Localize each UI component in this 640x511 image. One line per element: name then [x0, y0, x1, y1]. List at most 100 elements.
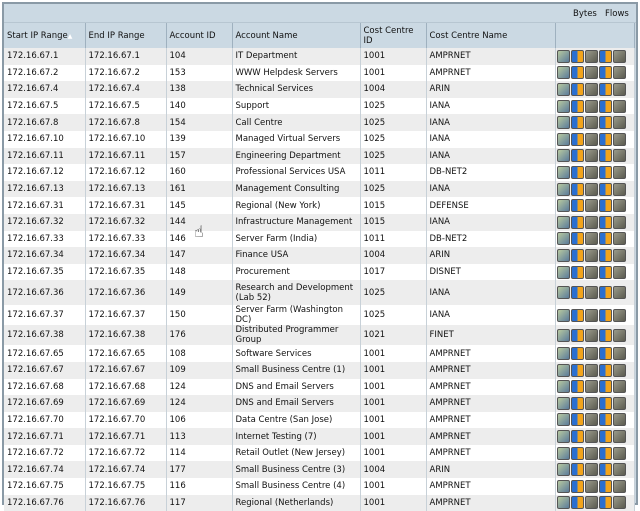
details-icon[interactable] [556, 149, 570, 163]
bytes-chart-icon[interactable] [570, 149, 584, 163]
table-row[interactable]: 172.16.67.34 172.16.67.34 147 Finance USA 10… [4, 247, 635, 264]
bytes-chart-icon[interactable] [570, 413, 584, 427]
flows-chart-icon[interactable] [598, 446, 612, 460]
bytes-chart-icon[interactable] [570, 49, 584, 63]
bytes-report-icon[interactable] [584, 99, 598, 113]
flows-chart-icon[interactable] [598, 308, 612, 322]
flows-report-icon[interactable] [612, 248, 626, 262]
details-icon[interactable] [556, 413, 570, 427]
bytes-chart-icon[interactable] [570, 199, 584, 213]
details-icon[interactable] [556, 66, 570, 80]
column-header-start-ip[interactable]: Start IP Range▲ [4, 23, 86, 48]
flows-report-icon[interactable] [612, 496, 626, 510]
flows-chart-icon[interactable] [598, 116, 612, 130]
bytes-report-icon[interactable] [584, 286, 598, 300]
flows-chart-icon[interactable] [598, 49, 612, 63]
flows-chart-icon[interactable] [598, 215, 612, 229]
flows-report-icon[interactable] [612, 49, 626, 63]
flows-report-icon[interactable] [612, 66, 626, 80]
details-icon[interactable] [556, 496, 570, 510]
table-row[interactable]: 172.16.67.13 172.16.67.13 161 Management Co… [4, 180, 635, 198]
table-row[interactable]: 172.16.67.33 172.16.67.33 146 Server Farm (… [4, 230, 635, 248]
table-row[interactable]: 172.16.67.38 172.16.67.38 176 Distributed P… [4, 325, 635, 346]
details-icon[interactable] [556, 182, 570, 196]
flows-report-icon[interactable] [612, 413, 626, 427]
table-row[interactable]: 172.16.67.67 172.16.67.67 109 Small Busines… [4, 361, 635, 379]
flows-chart-icon[interactable] [598, 182, 612, 196]
bytes-report-icon[interactable] [584, 380, 598, 394]
table-row[interactable]: 172.16.67.76 172.16.67.76 117 Regional (Net… [4, 494, 635, 511]
flows-report-icon[interactable] [612, 82, 626, 96]
column-header-cost-centre-name[interactable]: Cost Centre Name [426, 23, 556, 48]
bytes-chart-icon[interactable] [570, 446, 584, 460]
details-icon[interactable] [556, 49, 570, 63]
flows-chart-icon[interactable] [598, 496, 612, 510]
column-header-account-id[interactable]: Account ID [166, 23, 233, 48]
bytes-chart-icon[interactable] [570, 328, 584, 342]
bytes-chart-icon[interactable] [570, 182, 584, 196]
flows-report-icon[interactable] [612, 328, 626, 342]
bytes-chart-icon[interactable] [570, 363, 584, 377]
bytes-chart-icon[interactable] [570, 116, 584, 130]
table-row[interactable]: 172.16.67.31 172.16.67.31 145 Regional (New… [4, 197, 635, 214]
flows-report-icon[interactable] [612, 182, 626, 196]
bytes-report-icon[interactable] [584, 479, 598, 493]
details-icon[interactable] [556, 99, 570, 113]
flows-report-icon[interactable] [612, 165, 626, 179]
flows-chart-icon[interactable] [598, 413, 612, 427]
bytes-report-icon[interactable] [584, 363, 598, 377]
bytes-report-icon[interactable] [584, 496, 598, 510]
details-icon[interactable] [556, 396, 570, 410]
flows-chart-icon[interactable] [598, 82, 612, 96]
bytes-chart-icon[interactable] [570, 132, 584, 146]
bytes-report-icon[interactable] [584, 149, 598, 163]
bytes-chart-icon[interactable] [570, 286, 584, 300]
bytes-report-icon[interactable] [584, 165, 598, 179]
bytes-report-icon[interactable] [584, 82, 598, 96]
bytes-report-icon[interactable] [584, 132, 598, 146]
details-icon[interactable] [556, 265, 570, 279]
bytes-chart-icon[interactable] [570, 380, 584, 394]
flows-report-icon[interactable] [612, 265, 626, 279]
flows-chart-icon[interactable] [598, 265, 612, 279]
table-row[interactable]: 172.16.67.71 172.16.67.71 113 Internet Test… [4, 428, 635, 445]
table-row[interactable]: 172.16.67.72 172.16.67.72 114 Retail Outlet… [4, 444, 635, 462]
table-row[interactable]: 172.16.67.32 172.16.67.32 144 Infrastructur… [4, 213, 635, 231]
bytes-report-icon[interactable] [584, 446, 598, 460]
table-row[interactable]: 172.16.67.1 172.16.67.1 104 IT Department 10… [4, 48, 635, 65]
flows-chart-icon[interactable] [598, 132, 612, 146]
table-row[interactable]: 172.16.67.74 172.16.67.74 177 Small Busines… [4, 461, 635, 479]
bytes-chart-icon[interactable] [570, 165, 584, 179]
details-icon[interactable] [556, 199, 570, 213]
table-row[interactable]: 172.16.67.69 172.16.67.69 124 DNS and Email… [4, 395, 635, 412]
flows-report-icon[interactable] [612, 430, 626, 444]
details-icon[interactable] [556, 446, 570, 460]
bytes-report-icon[interactable] [584, 396, 598, 410]
details-icon[interactable] [556, 215, 570, 229]
details-icon[interactable] [556, 363, 570, 377]
table-row[interactable]: 172.16.67.4 172.16.67.4 138 Technical Servi… [4, 81, 635, 98]
table-row[interactable]: 172.16.67.5 172.16.67.5 140 Support 1025 IANA [4, 97, 635, 115]
bytes-chart-icon[interactable] [570, 308, 584, 322]
flows-report-icon[interactable] [612, 463, 626, 477]
table-row[interactable]: 172.16.67.65 172.16.67.65 108 Software Serv… [4, 345, 635, 362]
flows-chart-icon[interactable] [598, 463, 612, 477]
bytes-chart-icon[interactable] [570, 99, 584, 113]
bytes-chart-icon[interactable] [570, 215, 584, 229]
bytes-report-icon[interactable] [584, 116, 598, 130]
flows-chart-icon[interactable] [598, 149, 612, 163]
flows-chart-icon[interactable] [598, 328, 612, 342]
bytes-report-icon[interactable] [584, 328, 598, 342]
bytes-chart-icon[interactable] [570, 479, 584, 493]
flows-chart-icon[interactable] [598, 286, 612, 300]
details-icon[interactable] [556, 380, 570, 394]
flows-chart-icon[interactable] [598, 66, 612, 80]
flows-report-icon[interactable] [612, 116, 626, 130]
table-row[interactable]: 172.16.67.12 172.16.67.12 160 Professional … [4, 164, 635, 181]
bytes-report-icon[interactable] [584, 232, 598, 246]
bytes-report-icon[interactable] [584, 413, 598, 427]
bytes-report-icon[interactable] [584, 463, 598, 477]
details-icon[interactable] [556, 347, 570, 361]
flows-report-icon[interactable] [612, 149, 626, 163]
flows-chart-icon[interactable] [598, 380, 612, 394]
